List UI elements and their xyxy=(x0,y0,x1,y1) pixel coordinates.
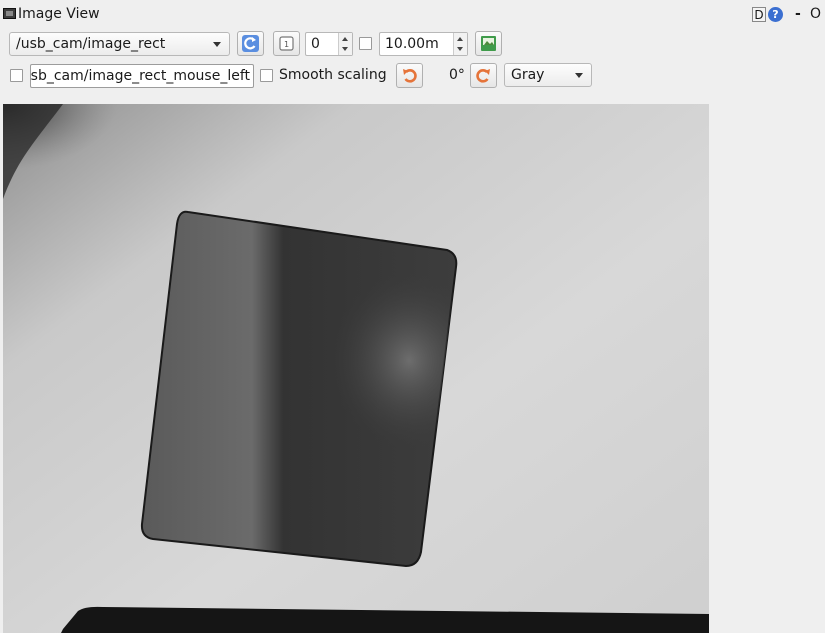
frame-spinbox[interactable]: 0 xyxy=(305,32,353,56)
zoom-button[interactable]: 1 xyxy=(273,31,300,56)
minimize-button[interactable]: - xyxy=(795,6,801,22)
rotate-left-button[interactable] xyxy=(396,63,423,88)
zoom-icon: 1 xyxy=(279,36,294,51)
rotate-ccw-icon xyxy=(403,69,417,83)
window-title: Image View xyxy=(18,6,100,22)
svg-text:1: 1 xyxy=(284,40,289,49)
topic-dropdown[interactable]: /usb_cam/image_rect xyxy=(9,32,230,56)
save-image-button[interactable] xyxy=(475,31,502,56)
camera-image[interactable] xyxy=(3,104,709,633)
duration-spinbox[interactable]: 10.00m xyxy=(379,32,468,56)
rotate-right-button[interactable] xyxy=(470,63,497,88)
spinbox-arrows[interactable] xyxy=(453,33,467,55)
smooth-scaling-checkbox[interactable] xyxy=(260,69,273,82)
chevron-down-icon xyxy=(575,73,583,78)
refresh-icon xyxy=(242,35,259,52)
color-scheme-value: Gray xyxy=(511,67,545,83)
color-scheme-dropdown[interactable]: Gray xyxy=(504,63,592,87)
duration-spinbox-value: 10.00m xyxy=(385,36,439,52)
spin-down-icon[interactable] xyxy=(457,47,463,51)
rotation-label: 0° xyxy=(449,67,465,83)
dynamic-range-checkbox[interactable] xyxy=(359,37,372,50)
frame-spinbox-value: 0 xyxy=(311,36,320,52)
smooth-scaling-label: Smooth scaling xyxy=(279,67,387,83)
chevron-down-icon xyxy=(213,42,221,47)
topic-dropdown-value: /usb_cam/image_rect xyxy=(16,36,166,52)
spin-up-icon[interactable] xyxy=(457,37,463,41)
close-button[interactable]: O xyxy=(810,6,821,22)
publish-mouse-checkbox[interactable] xyxy=(10,69,23,82)
help-icon[interactable]: ? xyxy=(768,7,783,22)
spin-up-icon[interactable] xyxy=(342,37,348,41)
refresh-button[interactable] xyxy=(237,31,264,56)
mouse-topic-input[interactable]: /usb_cam/image_rect_mouse_left xyxy=(30,64,254,88)
image-display[interactable] xyxy=(3,104,709,633)
rotate-cw-icon xyxy=(476,69,490,83)
title-bar: Image View D ? - O xyxy=(0,0,825,28)
window-icon xyxy=(3,8,16,19)
spin-down-icon[interactable] xyxy=(342,47,348,51)
save-image-icon xyxy=(481,36,496,51)
spinbox-arrows[interactable] xyxy=(338,33,352,55)
d-button[interactable]: D xyxy=(752,7,766,22)
mouse-topic-value: /usb_cam/image_rect_mouse_left xyxy=(30,68,250,84)
